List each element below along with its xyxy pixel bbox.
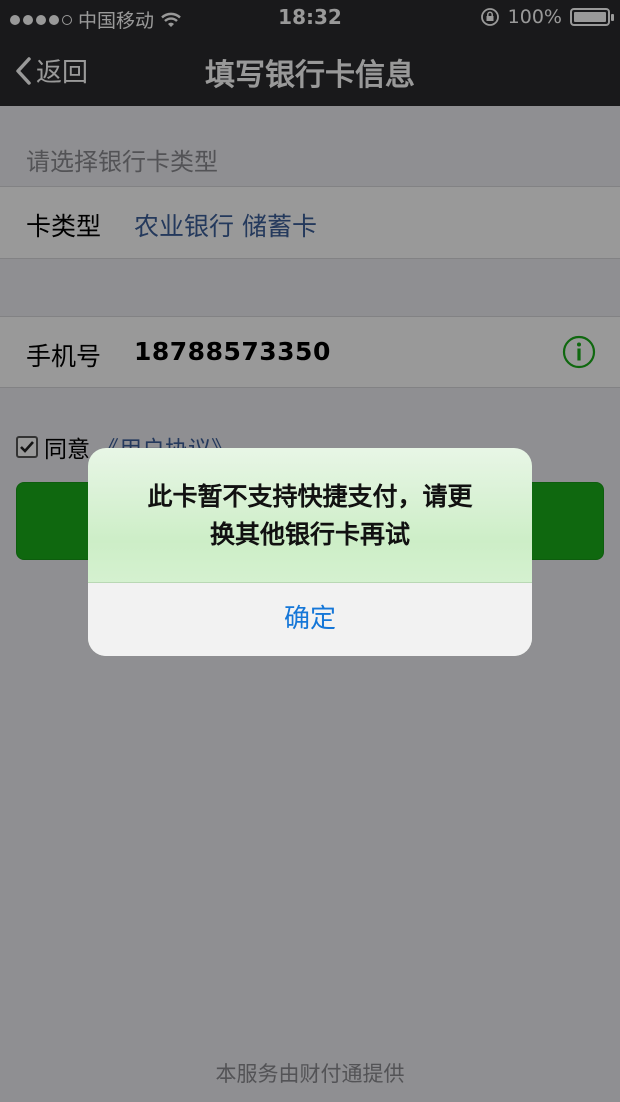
alert-message: 此卡暂不支持快捷支付，请更 换其他银行卡再试 (108, 478, 512, 554)
alert-message-line-1: 此卡暂不支持快捷支付，请更 (147, 482, 473, 511)
alert-ok-button[interactable]: 确定 (88, 583, 532, 656)
alert-message-line-2: 换其他银行卡再试 (209, 520, 410, 549)
screen: 中国移动 18:32 100% 返回 填写银行卡信息 请选择银行卡类型 卡类型 … (0, 0, 620, 1102)
alert-dialog: 此卡暂不支持快捷支付，请更 换其他银行卡再试 确定 (88, 448, 532, 656)
